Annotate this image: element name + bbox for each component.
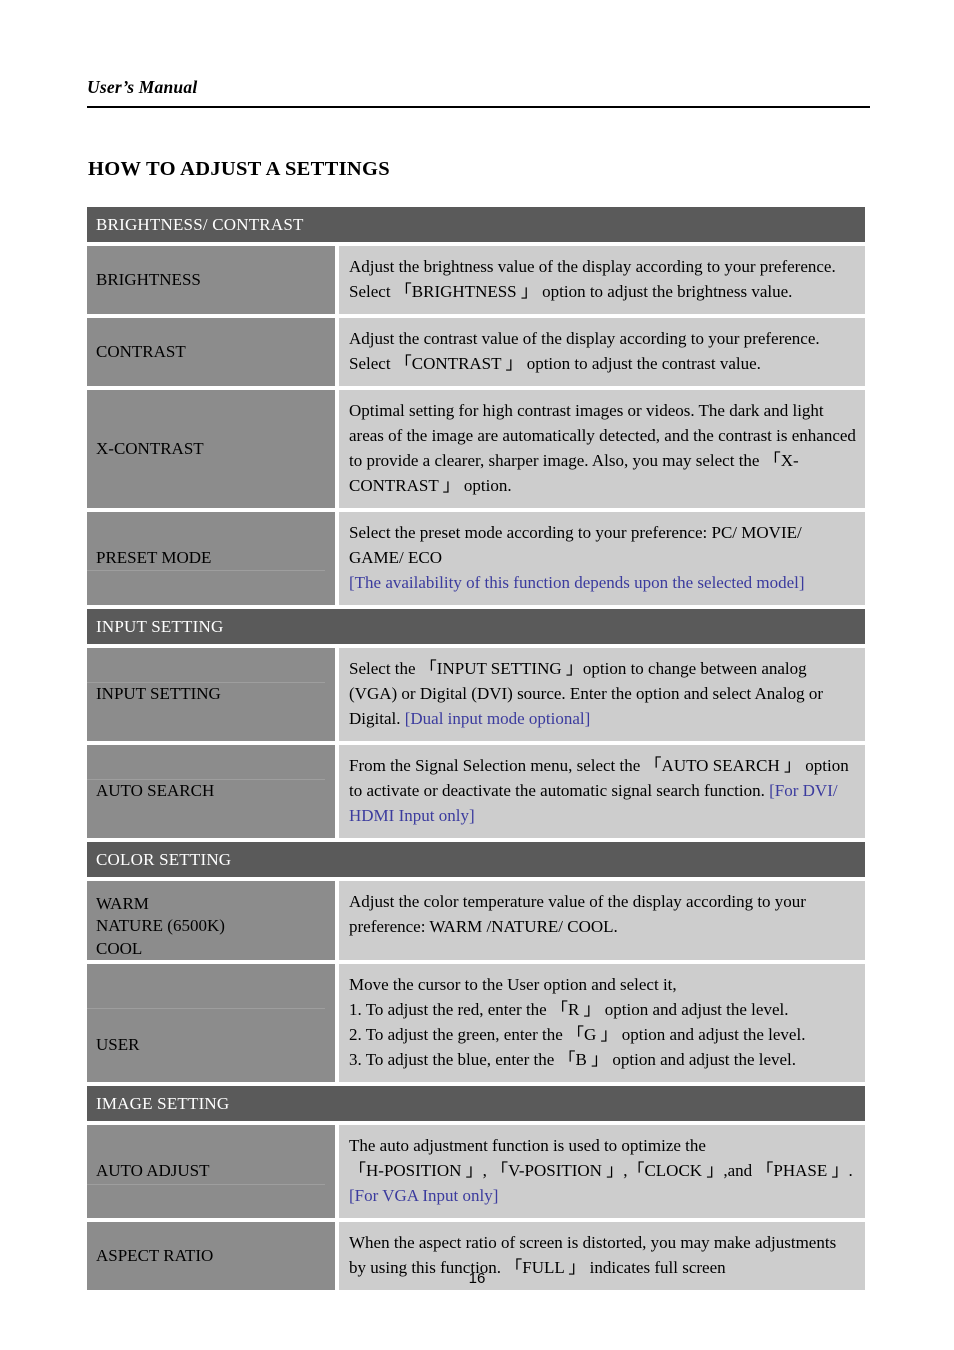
description-text: 2. To adjust the green, enter the 「G 」 o… — [349, 1025, 806, 1045]
availability-note: [Dual input mode optional] — [404, 708, 591, 728]
document-page: User’s Manual HOW TO ADJUST A SETTINGS B… — [0, 0, 954, 1350]
setting-description-x-contrast: Optimal setting for high contrast images… — [339, 389, 865, 508]
setting-label-color-temperature: WARM NATURE (6500K) COOL — [87, 880, 335, 961]
description-text: Adjust the color temperature value of th… — [349, 891, 806, 936]
label-line: AUTO SEARCH — [96, 781, 215, 801]
setting-label-user: USER — [87, 964, 335, 1082]
setting-description-preset-mode: Select the preset mode according to your… — [339, 511, 865, 605]
label-line: NATURE (6500K) — [96, 916, 225, 936]
table-row: INPUT SETTING Select the 「INPUT SETTING … — [87, 647, 865, 741]
label-line: COOL — [96, 938, 143, 958]
settings-table: BRIGHTNESS/ CONTRAST BRIGHTNESS Adjust t… — [87, 207, 865, 1294]
label-line: WARM — [96, 893, 149, 913]
setting-label-auto-adjust: AUTO ADJUST — [87, 1124, 335, 1218]
table-row: PRESET MODE Select the preset mode accor… — [87, 511, 865, 605]
description-text: 1. To adjust the red, enter the 「R 」 opt… — [349, 1000, 789, 1020]
running-header-text: User’s Manual — [87, 77, 198, 97]
label-line: ASPECT RATIO — [96, 1245, 214, 1265]
description-text: Optimal setting for high contrast images… — [349, 400, 856, 495]
setting-description-auto-search: From the Signal Selection menu, select t… — [339, 744, 865, 838]
label-line: BRIGHTNESS — [96, 269, 201, 289]
section-header-image-setting: IMAGE SETTING — [87, 1085, 865, 1121]
label-line: X-CONTRAST — [96, 438, 204, 458]
label-line: USER — [96, 1034, 140, 1054]
header-divider-rule — [87, 106, 870, 108]
table-row: AUTO SEARCH From the Signal Selection me… — [87, 744, 865, 838]
label-line: AUTO ADJUST — [96, 1161, 210, 1181]
description-text: Adjust the brightness value of the displ… — [349, 257, 836, 301]
label-line: CONTRAST — [96, 341, 186, 361]
description-text: 3. To adjust the blue, enter the 「B 」 op… — [349, 1050, 797, 1069]
page-title: HOW TO ADJUST A SETTINGS — [88, 157, 390, 180]
table-row: USER Move the cursor to the User option … — [87, 964, 865, 1082]
description-text: Select the preset mode according to your… — [349, 522, 802, 567]
table-row: WARM NATURE (6500K) COOL Adjust the colo… — [87, 880, 865, 961]
availability-note: [The availability of this function depen… — [349, 572, 805, 592]
running-header: User’s Manual — [87, 77, 870, 97]
setting-label-brightness: BRIGHTNESS — [87, 246, 335, 314]
setting-label-input-setting: INPUT SETTING — [87, 647, 335, 741]
table-row: X-CONTRAST Optimal setting for high cont… — [87, 389, 865, 508]
setting-label-contrast: CONTRAST — [87, 317, 335, 386]
description-text: Adjust the contrast value of the display… — [349, 328, 820, 373]
table-row: CONTRAST Adjust the contrast value of th… — [87, 317, 865, 386]
label-line: INPUT SETTING — [96, 684, 221, 704]
page-number: 16 — [468, 1270, 486, 1287]
description-text: 「H-POSITION 」, 「V-POSITION 」,「CLOCK 」,an… — [349, 1160, 853, 1180]
table-row: BRIGHTNESS Adjust the brightness value o… — [87, 246, 865, 314]
label-line: PRESET MODE — [96, 548, 212, 568]
setting-description-brightness: Adjust the brightness value of the displ… — [339, 246, 865, 314]
section-header-color-setting: COLOR SETTING — [87, 841, 865, 877]
availability-note: [For VGA Input only] — [349, 1185, 499, 1205]
setting-label-preset-mode: PRESET MODE — [87, 511, 335, 605]
setting-description-user: Move the cursor to the User option and s… — [339, 964, 865, 1082]
setting-label-auto-search: AUTO SEARCH — [87, 744, 335, 838]
setting-description-color-temperature: Adjust the color temperature value of th… — [339, 880, 865, 961]
setting-description-contrast: Adjust the contrast value of the display… — [339, 317, 865, 386]
description-text: Select the 「INPUT SETTING 」option to cha… — [349, 657, 857, 732]
description-text: From the Signal Selection menu, select t… — [349, 754, 857, 829]
table-row: AUTO ADJUST The auto adjustment function… — [87, 1124, 865, 1218]
setting-label-x-contrast: X-CONTRAST — [87, 389, 335, 508]
description-text: The auto adjustment function is used to … — [349, 1135, 706, 1155]
section-header-brightness-contrast: BRIGHTNESS/ CONTRAST — [87, 207, 865, 242]
description-text: Move the cursor to the User option and s… — [349, 975, 677, 995]
setting-description-input-setting: Select the 「INPUT SETTING 」option to cha… — [339, 647, 865, 741]
section-header-input-setting: INPUT SETTING — [87, 608, 865, 644]
setting-description-auto-adjust: The auto adjustment function is used to … — [339, 1124, 865, 1218]
